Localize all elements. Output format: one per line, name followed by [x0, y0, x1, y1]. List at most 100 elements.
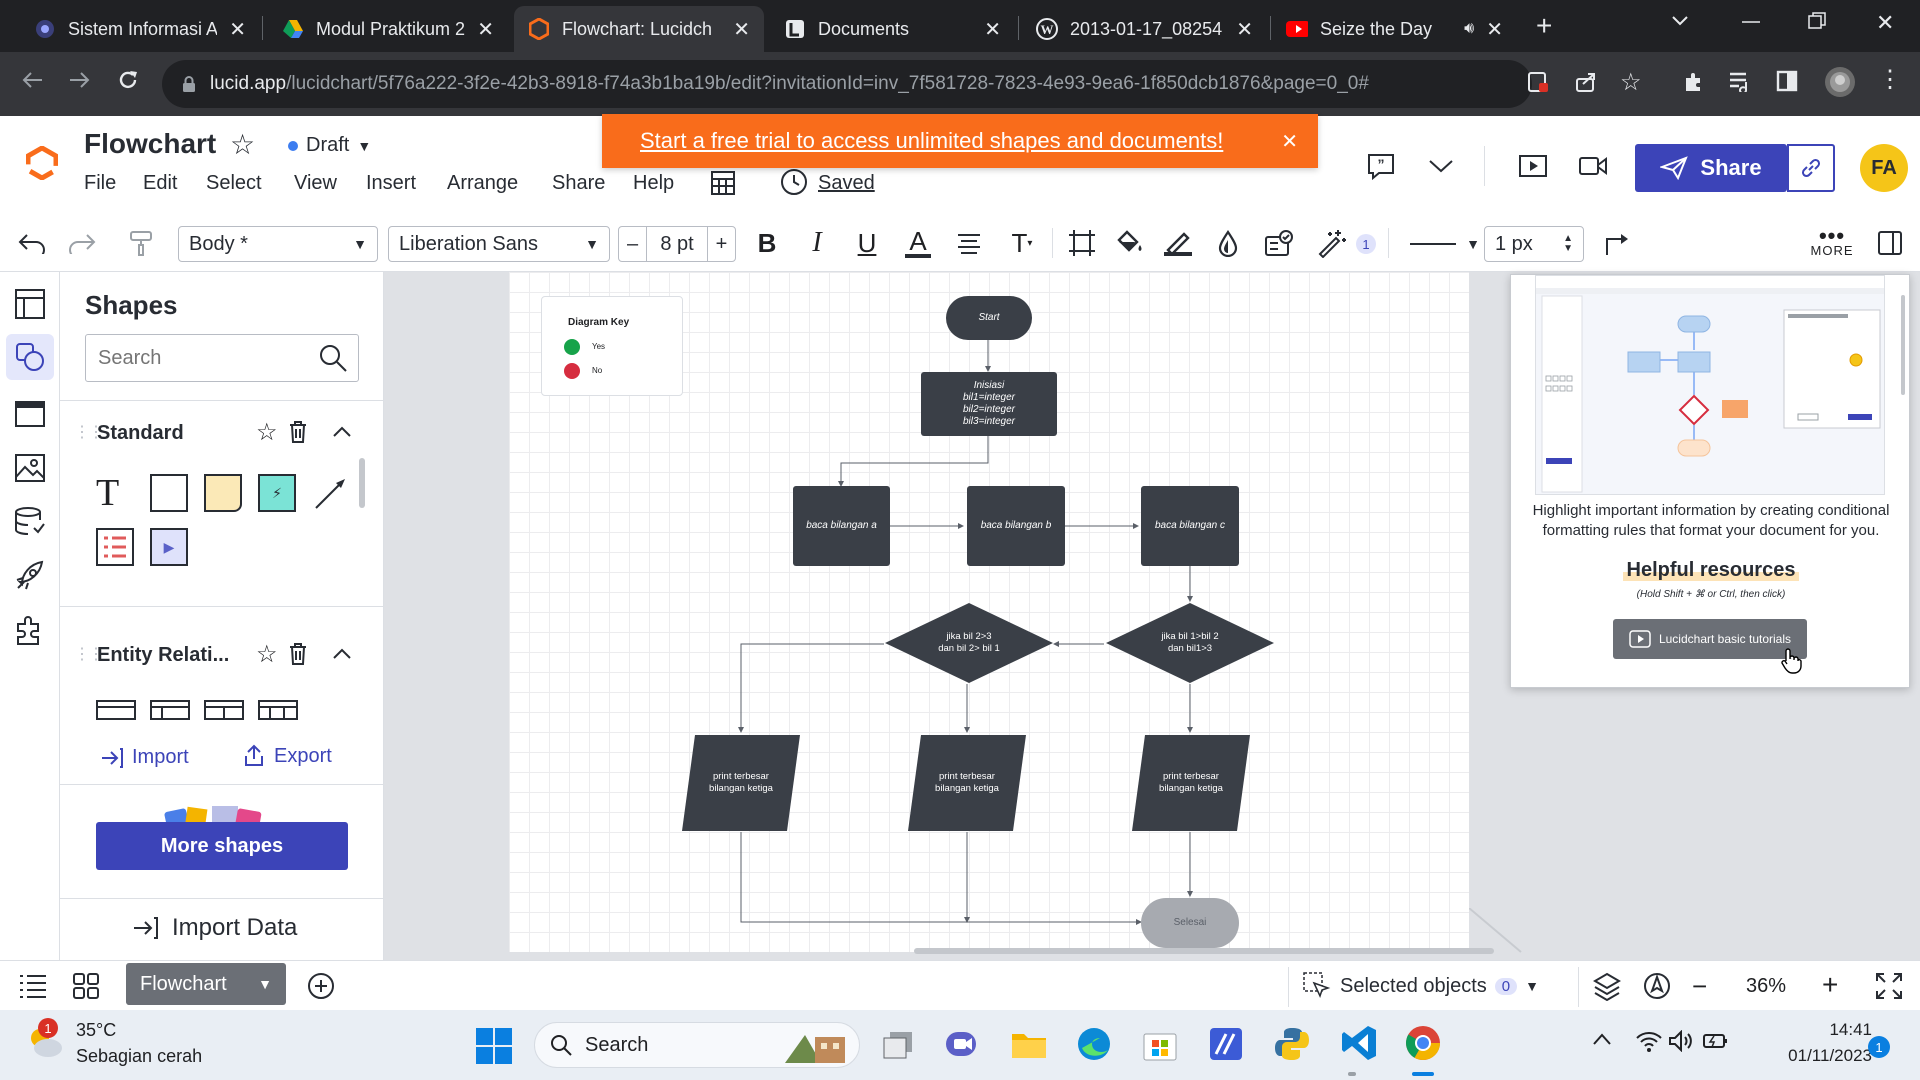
entity-shape-icon[interactable] — [96, 700, 136, 720]
copy-link-button[interactable] — [1787, 144, 1835, 192]
read-b-process[interactable]: baca bilangan b — [967, 486, 1065, 566]
clock-date[interactable]: 01/11/2023 — [1752, 1046, 1872, 1066]
restore-icon[interactable] — [1808, 12, 1826, 30]
connector[interactable] — [838, 432, 989, 487]
teams-chat-icon[interactable] — [944, 1026, 980, 1062]
task-view-icon[interactable] — [882, 1028, 916, 1062]
connector-style-icon[interactable] — [1598, 214, 1634, 272]
menu-arrange[interactable]: Arrange — [447, 172, 518, 195]
line-style-dropdown[interactable]: ▼ — [1400, 226, 1490, 262]
microsoft-store-icon[interactable] — [1142, 1026, 1178, 1062]
chrome-icon[interactable] — [1404, 1024, 1442, 1062]
line-color-icon[interactable] — [1160, 214, 1196, 272]
decrease-size-button[interactable]: – — [619, 227, 647, 261]
windows-start-icon[interactable] — [476, 1028, 512, 1064]
layers-icon[interactable] — [1592, 971, 1622, 1001]
align-icon[interactable] — [952, 214, 986, 272]
menu-insert[interactable]: Insert — [366, 172, 416, 195]
close-icon[interactable]: ✕ — [229, 17, 246, 42]
add-page-icon[interactable] — [306, 971, 336, 1001]
menu-view[interactable]: View — [294, 172, 337, 195]
diagram-page[interactable]: Diagram Key Yes No Start Inisiasi bil1=i… — [509, 272, 1494, 954]
end-terminator[interactable]: Selesai — [1141, 898, 1239, 948]
menu-select[interactable]: Select — [206, 172, 262, 195]
share-page-icon[interactable] — [1574, 70, 1598, 94]
data-icon[interactable] — [14, 506, 46, 538]
saved-status[interactable]: Saved — [818, 172, 875, 195]
menu-edit[interactable]: Edit — [143, 172, 177, 195]
zoom-out-icon[interactable]: − — [1692, 971, 1707, 1002]
window-close-icon[interactable]: ✕ — [1876, 10, 1894, 36]
navigate-icon[interactable] — [1642, 971, 1672, 1001]
fit-screen-icon[interactable] — [1874, 971, 1904, 1001]
standard-library-title[interactable]: Standard — [97, 422, 184, 445]
new-tab-icon[interactable]: + — [1536, 10, 1552, 42]
increase-size-button[interactable]: + — [706, 227, 735, 261]
bookmark-star-icon[interactable]: ☆ — [1620, 68, 1642, 97]
magic-wand-icon[interactable] — [1312, 214, 1352, 272]
entity-shape-icon[interactable] — [204, 700, 244, 720]
shape-search-box[interactable] — [85, 334, 359, 382]
clock-time[interactable]: 14:41 — [1752, 1020, 1872, 1040]
page-list-icon[interactable] — [18, 973, 48, 999]
tab-youtube[interactable]: Seize the Day 🔊︎ ✕ — [1272, 6, 1517, 52]
comments-icon[interactable]: ” — [1366, 152, 1396, 180]
document-title[interactable]: Flowchart — [84, 128, 216, 160]
notification-badge[interactable]: 1 — [1868, 1036, 1890, 1058]
tab-sistem-informasi[interactable]: Sistem Informasi A ✕ — [20, 6, 260, 52]
import-button[interactable]: Import — [100, 746, 189, 769]
close-icon[interactable]: ✕ — [1486, 17, 1503, 42]
close-icon[interactable]: ✕ — [984, 17, 1001, 42]
volume-icon[interactable] — [1668, 1030, 1694, 1052]
menu-help[interactable]: Help — [633, 172, 674, 195]
search-icon[interactable] — [318, 343, 348, 373]
close-icon[interactable]: ✕ — [1281, 129, 1298, 154]
list-shape-icon[interactable] — [96, 528, 134, 566]
app-icon[interactable] — [1208, 1026, 1244, 1062]
arrow-line-icon[interactable] — [312, 476, 348, 512]
zoom-level[interactable]: 36% — [1746, 975, 1786, 998]
redo-icon[interactable] — [64, 214, 100, 272]
templates-icon[interactable] — [14, 398, 46, 430]
page-tab-flowchart[interactable]: Flowchart ▼ — [126, 963, 286, 1005]
entity-shape-icon[interactable] — [150, 700, 190, 720]
page-grid-icon[interactable] — [72, 972, 100, 1000]
trial-banner-link[interactable]: Start a free trial to access unlimited s… — [640, 128, 1223, 154]
panel-scrollbar[interactable] — [359, 458, 365, 508]
taskbar-search[interactable]: Search — [534, 1022, 860, 1068]
font-size-stepper[interactable]: – 8 pt + — [618, 226, 736, 262]
font-family-dropdown[interactable]: Liberation Sans ▼ — [388, 226, 610, 262]
battery-icon[interactable] — [1702, 1030, 1730, 1052]
menu-share[interactable]: Share — [552, 172, 605, 195]
delete-library-icon[interactable] — [288, 642, 308, 666]
entity-shape-icon[interactable] — [258, 700, 298, 720]
file-explorer-icon[interactable] — [1010, 1028, 1048, 1060]
entity-relationship-library-title[interactable]: Entity Relati... — [97, 644, 229, 667]
italic-icon[interactable]: I — [800, 214, 834, 272]
lock-icon[interactable] — [182, 75, 196, 93]
format-painter-icon[interactable] — [124, 214, 160, 272]
chevron-down-icon[interactable] — [1428, 158, 1454, 174]
zoom-in-icon[interactable]: + — [1822, 969, 1838, 1001]
media-queue-icon[interactable] — [1728, 70, 1754, 92]
text-shape-icon[interactable]: T — [96, 474, 119, 512]
underline-icon[interactable]: U — [850, 214, 884, 272]
help-scrollbar[interactable] — [1901, 295, 1905, 395]
fill-color-icon[interactable] — [1112, 214, 1148, 272]
python-icon[interactable] — [1274, 1026, 1310, 1062]
text-style-dropdown[interactable]: Body * ▼ — [178, 226, 378, 262]
tab-modul-praktikum[interactable]: Modul Praktikum 2 ✕ — [268, 6, 508, 52]
connector[interactable] — [740, 832, 1142, 925]
vscode-icon[interactable] — [1340, 1024, 1378, 1062]
favorite-library-icon[interactable]: ☆ — [256, 418, 278, 447]
favorite-star-icon[interactable]: ☆ — [230, 128, 255, 161]
side-panel-icon[interactable] — [1776, 70, 1798, 92]
caret-down-icon[interactable]: ▼ — [258, 976, 272, 992]
read-a-process[interactable]: baca bilangan a — [793, 486, 890, 566]
diagram-key[interactable]: Diagram Key Yes No — [541, 296, 683, 396]
undo-icon[interactable] — [14, 214, 50, 272]
bold-icon[interactable]: B — [750, 214, 784, 272]
back-icon[interactable] — [20, 68, 44, 92]
more-tools-button[interactable]: ••• MORE — [1804, 214, 1860, 272]
font-size-value[interactable]: 8 pt — [660, 233, 693, 256]
